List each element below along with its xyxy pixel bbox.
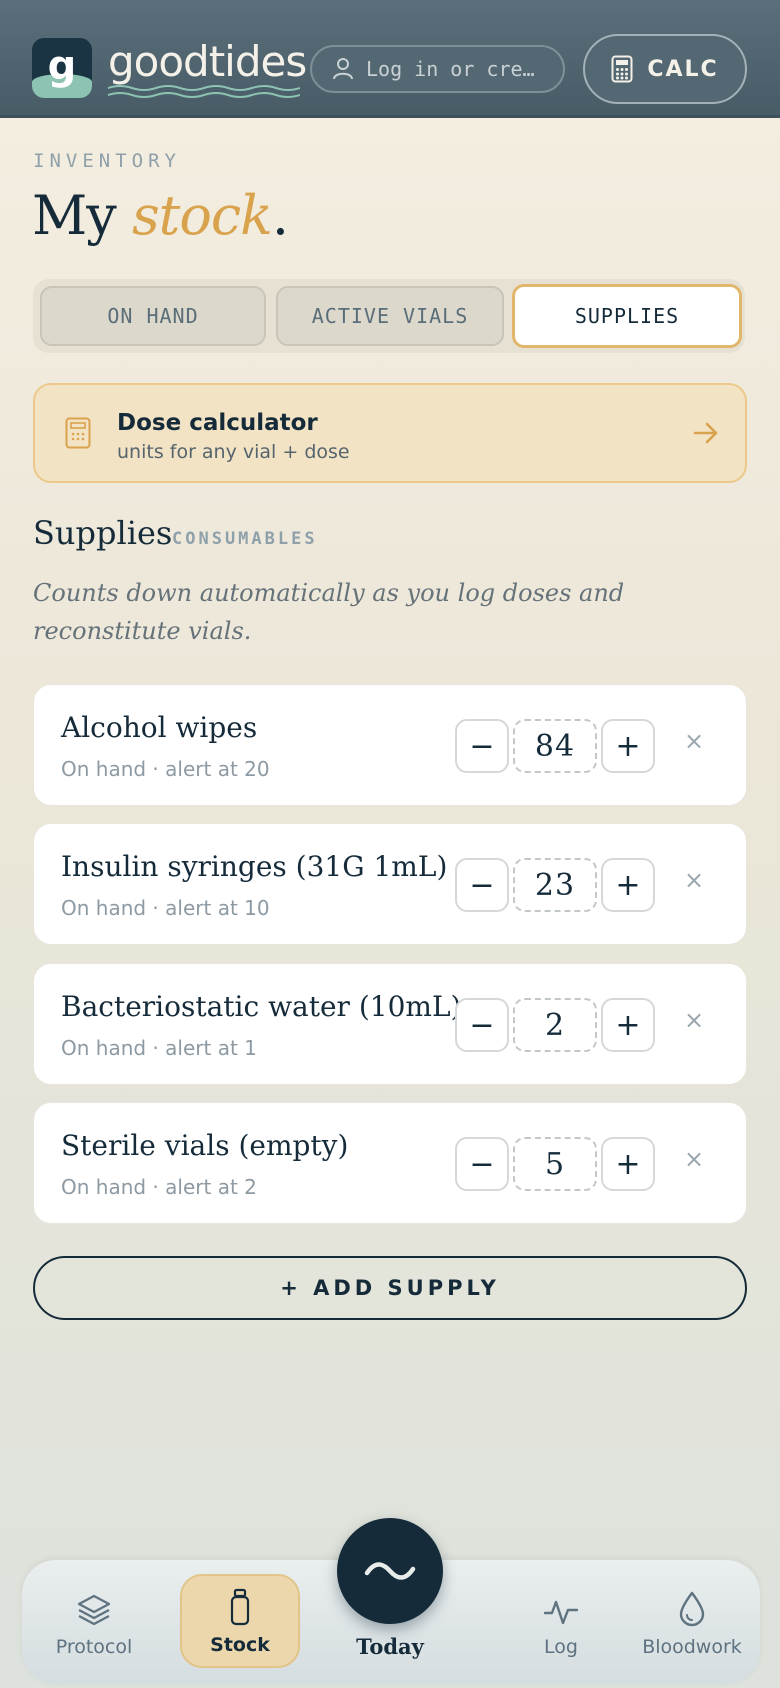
nav-stock-label: Stock [210,1634,270,1656]
quantity-value[interactable]: 2 [513,998,597,1052]
decrement-button[interactable]: − [455,858,509,912]
supply-meta: On hand · alert at 20 [61,757,270,781]
vial-icon [230,1588,250,1626]
supply-name: Alcohol wipes [61,711,258,744]
nav-protocol[interactable]: Protocol [34,1574,154,1668]
brand-name: goodtides [108,37,307,86]
supply-name: Bacteriostatic water (10mL) [61,990,462,1023]
arrow-right-icon [693,422,718,444]
supply-card: Insulin syringes (31G 1mL) On hand · ale… [33,823,747,945]
login-button[interactable]: Log in or cre… [310,45,565,93]
supply-meta: On hand · alert at 10 [61,896,270,920]
calc-button[interactable]: CALC [583,34,747,104]
quantity-value[interactable]: 5 [513,1137,597,1191]
decrement-button[interactable]: − [455,719,509,773]
tab-active-vials[interactable]: ACTIVE VIALS [276,286,504,346]
tab-on-hand[interactable]: ON HAND [40,286,266,346]
quantity-value[interactable]: 84 [513,719,597,773]
page-title: My stock. [32,184,289,247]
nav-bloodwork[interactable]: Bloodwork [632,1574,752,1668]
nav-bloodwork-label: Bloodwork [642,1636,742,1658]
calculator-icon [65,417,91,449]
app-logo[interactable]: g [32,38,92,98]
title-accent: stock [131,184,273,247]
login-label: Log in or cre… [366,57,535,81]
brand-wave-icon [108,85,300,98]
add-supply-button[interactable]: + ADD SUPPLY [33,1256,747,1320]
remove-supply-button[interactable]: × [684,1006,704,1034]
calc-label: CALC [647,56,719,82]
section-description: Counts down automatically as you log dos… [33,579,625,645]
droplet-icon [679,1591,705,1627]
remove-supply-button[interactable]: × [684,866,704,894]
decrement-button[interactable]: − [455,998,509,1052]
app-header: g goodtides Log in or cre… CALC [0,0,780,118]
dose-card-title: Dose calculator [117,410,318,436]
supply-meta: On hand · alert at 2 [61,1175,257,1199]
increment-button[interactable]: + [601,719,655,773]
layers-icon [77,1594,111,1626]
increment-button[interactable]: + [601,1137,655,1191]
nav-today-label: Today [356,1634,424,1659]
tab-supplies[interactable]: SUPPLIES [512,284,742,348]
page-eyebrow: INVENTORY [33,150,181,172]
calculator-icon [611,55,633,83]
today-button[interactable] [337,1518,443,1624]
stock-tabs: ON HAND ACTIVE VIALS SUPPLIES [33,279,745,353]
supply-card: Sterile vials (empty) On hand · alert at… [33,1102,747,1224]
dose-calculator-card[interactable]: Dose calculator units for any vial + dos… [33,383,747,483]
wave-icon [364,1562,416,1580]
increment-button[interactable]: + [601,998,655,1052]
remove-supply-button[interactable]: × [684,727,704,755]
user-icon [333,58,353,80]
activity-icon [543,1600,579,1625]
title-end: . [271,184,289,247]
section-tag: CONSUMABLES [172,529,318,549]
decrement-button[interactable]: − [455,1137,509,1191]
supply-card: Alcohol wipes On hand · alert at 20 − 84… [33,684,747,806]
supply-card: Bacteriostatic water (10mL) On hand · al… [33,963,747,1085]
logo-letter: g [47,43,77,89]
title-plain: My [32,184,132,247]
nav-log-label: Log [544,1636,578,1658]
supply-name: Sterile vials (empty) [61,1129,349,1162]
supply-meta: On hand · alert at 1 [61,1036,257,1060]
nav-stock[interactable]: Stock [180,1574,300,1668]
nav-log[interactable]: Log [501,1574,621,1668]
remove-supply-button[interactable]: × [684,1145,704,1173]
quantity-value[interactable]: 23 [513,858,597,912]
supply-name: Insulin syringes (31G 1mL) [61,850,448,883]
increment-button[interactable]: + [601,858,655,912]
dose-card-subtitle: units for any vial + dose [117,441,350,463]
section-title: Supplies [33,514,173,552]
nav-protocol-label: Protocol [55,1636,133,1658]
